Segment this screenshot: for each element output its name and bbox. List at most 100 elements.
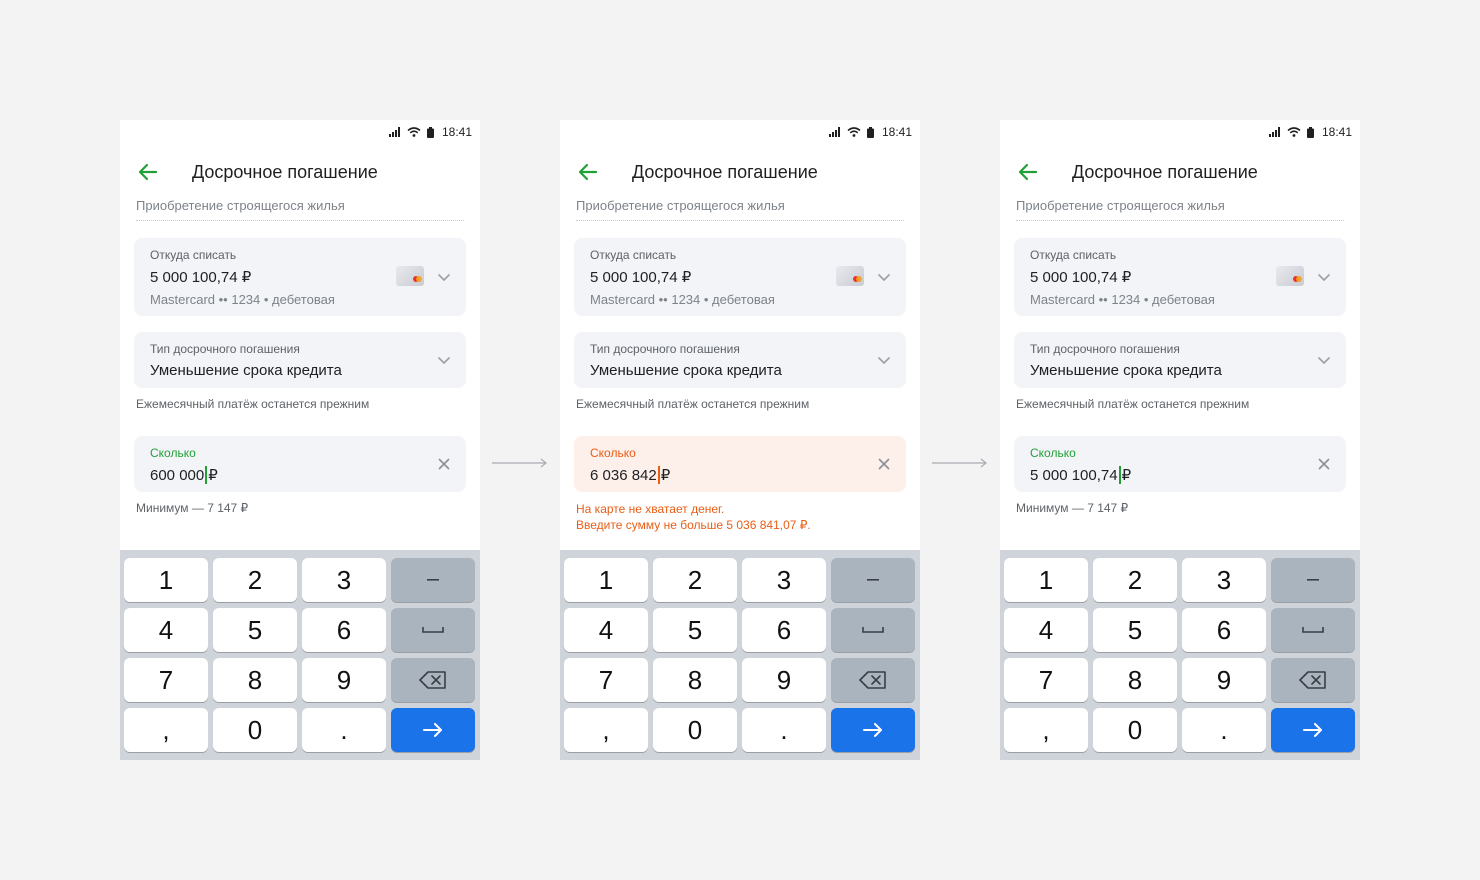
minus-key[interactable] [1271,558,1355,602]
repayment-type-select[interactable]: Тип досрочного погашения Уменьшение срок… [1014,332,1346,388]
key-1[interactable]: 1 [564,558,648,602]
key-2[interactable]: 2 [653,558,737,602]
chevron-down-icon[interactable] [876,269,892,285]
page-title: Досрочное погашение [1072,162,1258,182]
key-9[interactable]: 9 [742,658,826,702]
chevron-down-icon[interactable] [876,352,892,368]
key-8[interactable]: 8 [1093,658,1177,702]
key-7[interactable]: 7 [564,658,648,702]
amount-value[interactable]: 5 000 100,74 ₽ [1030,466,1131,484]
app-bar: Досрочное погашение [120,148,480,196]
submit-key[interactable] [391,708,475,752]
amount-value[interactable]: 600 000 ₽ [150,466,218,484]
amount-label: Сколько [150,446,196,460]
space-key[interactable] [831,608,915,652]
source-card-info: Mastercard •• 1234 • дебетовая [1030,292,1215,307]
key-5[interactable]: 5 [1093,608,1177,652]
back-arrow-icon[interactable] [578,162,598,182]
chevron-down-icon[interactable] [436,352,452,368]
battery-icon [1306,126,1314,138]
loan-name: Приобретение строящегося жилья [576,198,785,213]
submit-key[interactable] [831,708,915,752]
key-4[interactable]: 4 [564,608,648,652]
text-cursor [1118,466,1121,484]
wifi-icon [847,127,861,137]
form-content: Приобретение строящегося жилья Откуда сп… [1000,196,1360,550]
key-dot[interactable]: . [742,708,826,752]
phone-screen-3: 18:41 Досрочное погашение Приобретение с… [1000,120,1360,760]
key-6[interactable]: 6 [302,608,386,652]
chevron-down-icon[interactable] [1316,269,1332,285]
page-title: Досрочное погашение [192,162,378,182]
form-content: Приобретение строящегося жилья Откуда сп… [560,196,920,550]
key-0[interactable]: 0 [213,708,297,752]
minus-key[interactable] [831,558,915,602]
space-key[interactable] [391,608,475,652]
dotted-divider [1016,220,1344,221]
submit-key[interactable] [1271,708,1355,752]
back-arrow-icon[interactable] [1018,162,1038,182]
source-account-select[interactable]: Откуда списать 5 000 100,74 ₽ Mastercard… [1014,238,1346,316]
key-6[interactable]: 6 [742,608,826,652]
key-3[interactable]: 3 [302,558,386,602]
clear-icon[interactable] [436,456,452,472]
amount-label: Сколько [590,446,636,460]
key-3[interactable]: 3 [742,558,826,602]
key-dot[interactable]: . [302,708,386,752]
key-2[interactable]: 2 [1093,558,1177,602]
source-account-select[interactable]: Откуда списать 5 000 100,74 ₽ Mastercard… [574,238,906,316]
key-0[interactable]: 0 [1093,708,1177,752]
key-comma[interactable]: , [1004,708,1088,752]
repayment-type-select[interactable]: Тип досрочного погашения Уменьшение срок… [134,332,466,388]
key-1[interactable]: 1 [124,558,208,602]
flow-canvas: 18:41 Досрочное погашение Приобретение с… [0,0,1480,880]
source-account-select[interactable]: Откуда списать 5 000 100,74 ₽ Mastercard… [134,238,466,316]
backspace-key[interactable] [831,658,915,702]
key-4[interactable]: 4 [1004,608,1088,652]
minus-icon [867,579,879,581]
monthly-payment-hint: Ежемесячный платёж останется прежним [576,397,810,411]
clear-icon[interactable] [1316,456,1332,472]
flow-arrow-icon [932,458,987,468]
battery-icon [866,126,874,138]
key-3[interactable]: 3 [1182,558,1266,602]
key-5[interactable]: 5 [653,608,737,652]
dotted-divider [136,220,464,221]
key-9[interactable]: 9 [1182,658,1266,702]
loan-name: Приобретение строящегося жилья [136,198,345,213]
key-1[interactable]: 1 [1004,558,1088,602]
amount-input[interactable]: Сколько 6 036 842 ₽ [574,436,906,492]
signal-icon [828,127,840,137]
chevron-down-icon[interactable] [1316,352,1332,368]
key-5[interactable]: 5 [213,608,297,652]
amount-value[interactable]: 6 036 842 ₽ [590,466,670,484]
source-card-info: Mastercard •• 1234 • дебетовая [150,292,335,307]
key-8[interactable]: 8 [213,658,297,702]
key-7[interactable]: 7 [1004,658,1088,702]
space-key[interactable] [1271,608,1355,652]
key-6[interactable]: 6 [1182,608,1266,652]
backspace-key[interactable] [391,658,475,702]
key-comma[interactable]: , [124,708,208,752]
back-arrow-icon[interactable] [138,162,158,182]
key-4[interactable]: 4 [124,608,208,652]
key-0[interactable]: 0 [653,708,737,752]
status-bar: 18:41 [1000,120,1360,144]
flow-arrow-icon [492,458,547,468]
amount-input[interactable]: Сколько 5 000 100,74 ₽ [1014,436,1346,492]
clear-icon[interactable] [876,456,892,472]
amount-input[interactable]: Сколько 600 000 ₽ [134,436,466,492]
backspace-key[interactable] [1271,658,1355,702]
key-dot[interactable]: . [1182,708,1266,752]
key-8[interactable]: 8 [653,658,737,702]
chevron-down-icon[interactable] [436,269,452,285]
mastercard-card-icon [1276,266,1304,286]
type-label: Тип досрочного погашения [150,342,300,356]
key-2[interactable]: 2 [213,558,297,602]
key-comma[interactable]: , [564,708,648,752]
key-9[interactable]: 9 [302,658,386,702]
key-7[interactable]: 7 [124,658,208,702]
repayment-type-select[interactable]: Тип досрочного погашения Уменьшение срок… [574,332,906,388]
numeric-keyboard: 1 2 3 4 5 6 7 8 9 , 0 . [560,550,920,760]
minus-key[interactable] [391,558,475,602]
